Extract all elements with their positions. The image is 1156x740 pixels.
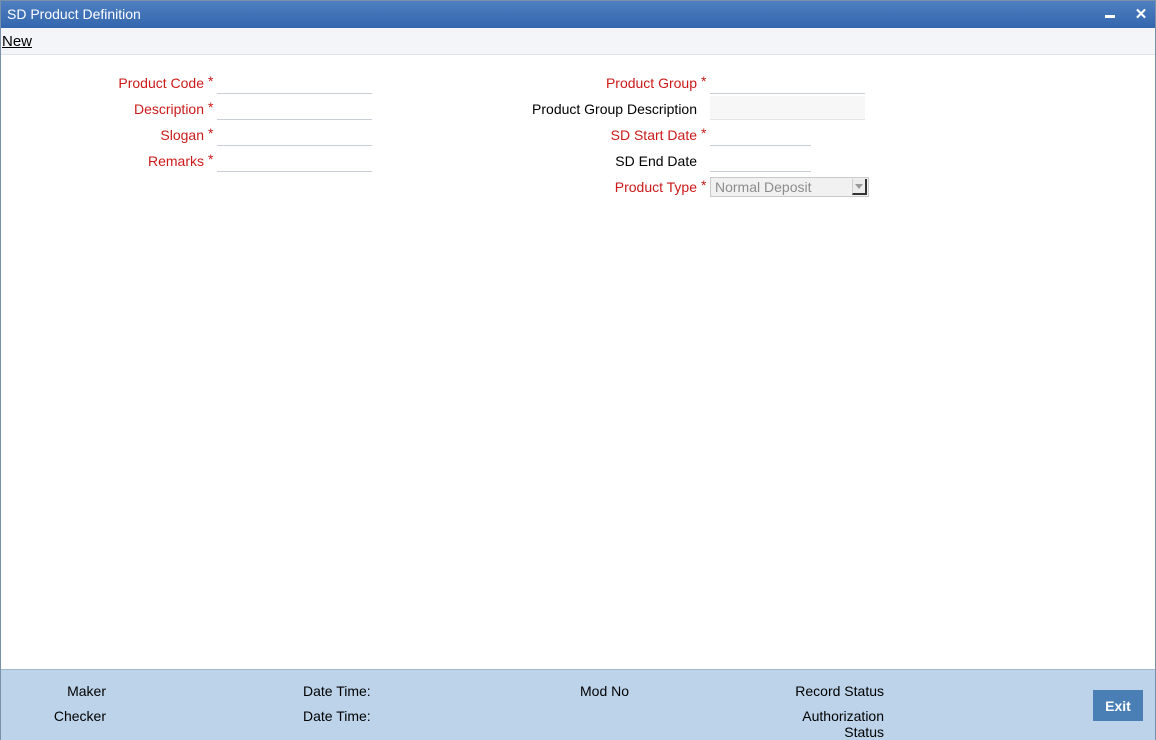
product-group-label: Product Group xyxy=(605,75,697,91)
sd-end-date-label: SD End Date xyxy=(615,153,697,169)
authorization-label: Authorization xyxy=(802,708,884,724)
description-required-marker: * xyxy=(208,99,214,115)
product-group-description-field xyxy=(710,96,865,120)
minimize-button[interactable] xyxy=(1099,3,1121,25)
product-code-label: Product Code xyxy=(118,75,204,91)
product-type-label: Product Type xyxy=(614,179,697,195)
slogan-required-marker: * xyxy=(208,125,214,141)
product-group-description-label: Product Group Description xyxy=(532,101,697,117)
maker-date-time-label: Date Time: xyxy=(303,683,371,699)
checker-label: Checker xyxy=(53,708,106,724)
mod-no-label: Mod No xyxy=(580,683,630,699)
product-code-field[interactable] xyxy=(217,70,372,94)
product-type-required-marker: * xyxy=(701,177,707,193)
sd-product-definition-window: SD Product Definition ✕ New Product Code… xyxy=(0,0,1156,740)
description-label: Description xyxy=(133,101,204,117)
close-icon: ✕ xyxy=(1134,6,1148,23)
remarks-required-marker: * xyxy=(208,151,214,167)
exit-button[interactable]: Exit xyxy=(1093,690,1143,721)
product-code-required-marker: * xyxy=(208,73,214,89)
dropdown-arrow-button[interactable] xyxy=(852,179,867,195)
remarks-field[interactable] xyxy=(217,148,372,172)
slogan-field[interactable] xyxy=(217,122,372,146)
product-type-select[interactable]: Normal Deposit xyxy=(710,177,869,197)
record-status-label: Record Status xyxy=(795,683,884,699)
chevron-down-icon xyxy=(855,183,863,189)
remarks-label: Remarks xyxy=(147,153,204,169)
sd-end-date-field[interactable] xyxy=(710,148,811,172)
audit-footer: Maker Checker Date Time: Date Time: Mod … xyxy=(1,669,1155,740)
menu-bar: New xyxy=(1,28,1155,55)
slogan-label: Slogan xyxy=(160,127,204,143)
new-link[interactable]: New xyxy=(2,33,32,50)
product-group-field[interactable] xyxy=(710,70,865,94)
product-group-required-marker: * xyxy=(701,73,707,89)
sd-start-date-label: SD Start Date xyxy=(610,127,697,143)
minimize-icon xyxy=(1105,14,1115,18)
maker-label: Maker xyxy=(67,683,106,699)
title-bar: SD Product Definition ✕ xyxy=(1,1,1155,28)
description-field[interactable] xyxy=(217,96,372,120)
window-title: SD Product Definition xyxy=(7,6,141,22)
product-type-value: Normal Deposit xyxy=(715,179,812,195)
checker-date-time-label: Date Time: xyxy=(303,708,371,724)
sd-start-date-field[interactable] xyxy=(710,122,811,146)
close-button[interactable]: ✕ xyxy=(1130,3,1152,25)
authorization-status-label: Status xyxy=(844,724,884,740)
sd-start-date-required-marker: * xyxy=(701,125,707,141)
